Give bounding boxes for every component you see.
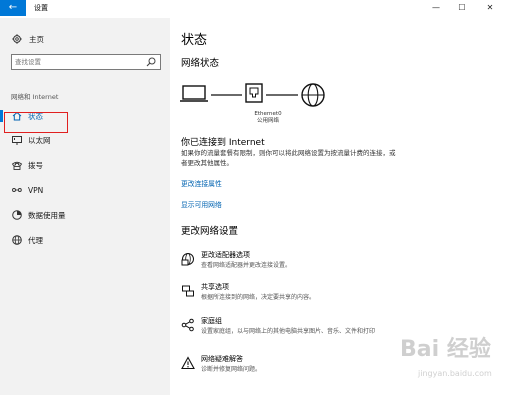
adapter-label: Ethernet0 公用网络: [243, 111, 293, 125]
connection-status-heading: 你已连接到 Internet: [181, 138, 265, 148]
sidebar-item-home[interactable]: 主页: [11, 32, 44, 46]
globe-icon: [12, 235, 22, 245]
sidebar-item-label: 拨号: [28, 160, 43, 170]
close-button[interactable]: ✕: [480, 1, 500, 15]
computer-icon: [180, 85, 208, 102]
vpn-icon: [12, 188, 22, 192]
sidebar-item-proxy[interactable]: 代理: [0, 231, 170, 249]
option-description: 诊断并修复网络问题。: [201, 366, 262, 373]
sidebar-item-data-usage[interactable]: 数据使用量: [0, 206, 170, 224]
phone-icon: [11, 161, 23, 170]
sidebar-item-vpn[interactable]: VPN: [0, 181, 170, 199]
option-title: 更改适配器选项: [201, 251, 250, 259]
option-title: 家庭组: [201, 317, 222, 325]
back-button[interactable]: ←: [0, 0, 26, 16]
option-title: 共享选项: [201, 283, 229, 291]
search-box[interactable]: [11, 54, 161, 70]
network-status-heading: 网络状态: [181, 58, 220, 69]
watermark-url: jingyan.baidu.com: [417, 369, 492, 378]
sidebar-item-label: 代理: [28, 235, 43, 245]
watermark-text: Bai 经验: [400, 336, 491, 362]
baidu-watermark-logo: Bai 经验 jingyan.baidu.com: [400, 336, 492, 378]
option-adapter[interactable]: 更改适配器选项 查看网络适配器并更改连接设置。: [181, 250, 491, 280]
sharing-icon: [182, 285, 194, 297]
maximize-button[interactable]: ☐: [452, 1, 472, 15]
sidebar: 主页 网络和 Internet 状态 以太网 拨号: [0, 18, 170, 395]
app-title: 设置: [34, 4, 48, 12]
option-title: 网络疑难解答: [201, 355, 243, 363]
category-label: 网络和 Internet: [11, 93, 59, 101]
sidebar-home-label: 主页: [29, 34, 44, 44]
change-network-settings-heading: 更改网络设置: [181, 226, 239, 237]
sidebar-item-label: 数据使用量: [28, 210, 66, 220]
data-usage-icon: [12, 210, 22, 220]
minimize-button[interactable]: —: [426, 1, 446, 15]
option-description: 设置家庭组，以与网络上的其他电脑共享图片、音乐、文件和打印: [201, 328, 376, 335]
change-connection-properties-link[interactable]: 更改连接属性: [181, 178, 222, 188]
ethernet-adapter-icon: [245, 83, 263, 103]
option-sharing[interactable]: 共享选项 根据所连接到的网络，决定要共享的内容。: [181, 282, 491, 312]
gear-icon: [12, 34, 22, 44]
sidebar-item-label: VPN: [28, 185, 44, 195]
search-input[interactable]: [15, 56, 135, 68]
page-title: 状态: [181, 33, 208, 48]
network-type: 公用网络: [256, 118, 279, 124]
warning-icon: [181, 356, 195, 370]
adapter-name: Ethernet0: [254, 111, 282, 117]
ethernet-icon: [12, 136, 22, 145]
title-bar: ← 设置 — ☐ ✕: [0, 0, 508, 18]
highlight-box: [4, 112, 68, 133]
active-indicator: [0, 110, 3, 122]
search-icon: [146, 57, 156, 67]
adapter-icon: [181, 253, 194, 266]
internet-globe-icon: [301, 83, 325, 107]
option-description: 根据所连接到的网络，决定要共享的内容。: [201, 294, 316, 301]
show-available-networks-link[interactable]: 显示可用网络: [181, 199, 222, 209]
connection-description: 如果你的流量套餐有限制，则你可以将此网络设置为按流量计费的连接，或者更改其他属性…: [181, 149, 396, 167]
sidebar-item-dialup[interactable]: 拨号: [0, 156, 170, 174]
homegroup-icon: [181, 318, 194, 332]
sidebar-item-ethernet[interactable]: 以太网: [0, 131, 170, 149]
option-description: 查看网络适配器并更改连接设置。: [201, 262, 292, 269]
sidebar-item-label: 以太网: [28, 135, 51, 145]
